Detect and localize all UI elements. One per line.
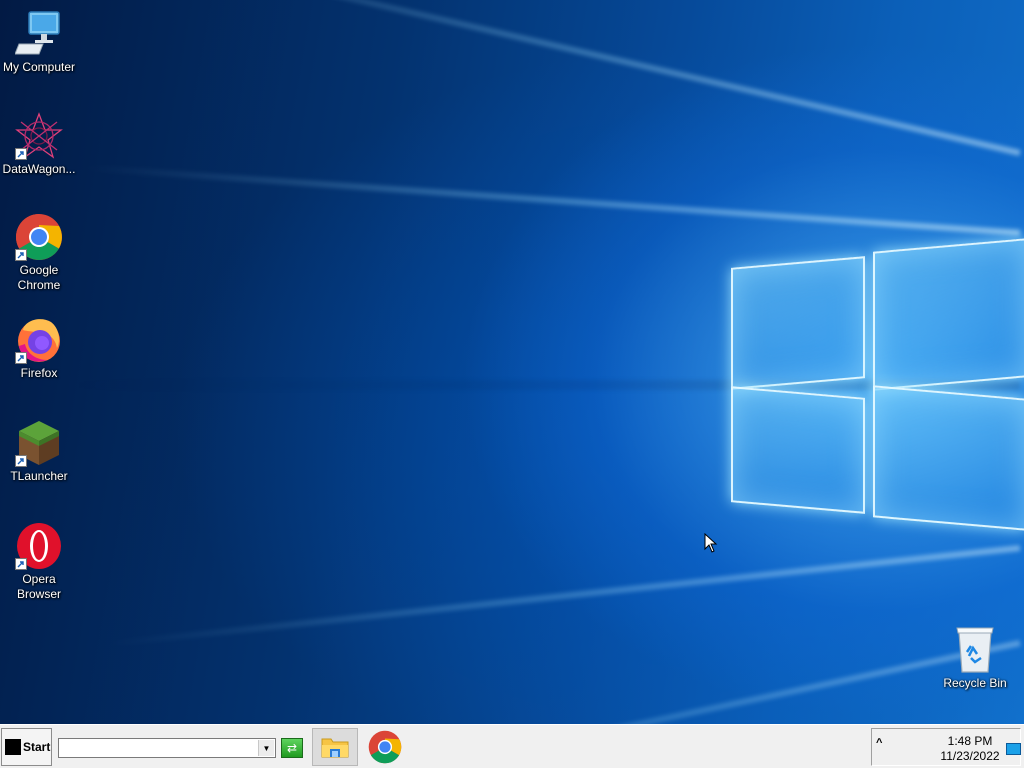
shortcut-arrow-icon xyxy=(15,249,27,261)
shortcut-arrow-icon xyxy=(15,148,27,160)
taskbar-file-explorer-button[interactable] xyxy=(312,728,358,766)
wallpaper-logo-pane xyxy=(873,385,1024,531)
desktop-icon-tlauncher[interactable]: TLauncher xyxy=(0,419,78,484)
wallpaper-beam xyxy=(104,545,1021,648)
show-desktop-icon[interactable] xyxy=(1006,743,1021,755)
refresh-arrows-icon: ⇄ xyxy=(286,741,298,755)
desktop-icon-label: My Computer xyxy=(2,60,76,74)
wallpaper-beam xyxy=(142,0,1021,156)
clock-date: 11/23/2022 xyxy=(940,749,1000,763)
desktop-icon-opera-browser[interactable]: Opera Browser xyxy=(0,522,78,602)
desktop-icon-label: Recycle Bin xyxy=(943,676,1007,690)
computer-icon xyxy=(14,10,63,58)
wallpaper-beam xyxy=(82,164,1021,236)
desktop-icon-label: Opera Browser xyxy=(16,572,61,601)
start-icon xyxy=(5,739,21,755)
desktop-icon-recycle-bin[interactable]: Recycle Bin xyxy=(936,626,1014,691)
desktop-icon-firefox[interactable]: Firefox xyxy=(0,316,78,381)
desktop-icon-datawagon[interactable]: DataWagon... xyxy=(0,112,78,177)
shortcut-arrow-icon xyxy=(15,352,27,364)
start-button[interactable]: Start xyxy=(1,728,52,766)
start-label: Start xyxy=(23,740,51,754)
desktop-icon-label: Google Chrome xyxy=(17,263,61,292)
wallpaper-beam xyxy=(315,640,1021,724)
chrome-icon xyxy=(368,730,402,764)
wallpaper-logo-pane xyxy=(731,256,865,390)
folder-icon xyxy=(321,738,349,758)
desktop-icon-label: TLauncher xyxy=(10,469,68,483)
tlauncher-icon xyxy=(15,419,63,467)
desktop-icon-google-chrome[interactable]: Google Chrome xyxy=(0,213,78,293)
wallpaper-logo-pane xyxy=(731,386,865,514)
desktop-icon-my-computer[interactable]: My Computer xyxy=(0,10,78,75)
shortcut-arrow-icon xyxy=(15,455,27,467)
taskbar: Start ▼ ⇄ ^ 1:48 PM 11/23/2022 xyxy=(0,724,1024,768)
desktop-icon-label: Firefox xyxy=(20,366,58,380)
chevron-down-icon[interactable]: ▼ xyxy=(258,740,274,756)
recycle-bin-icon xyxy=(951,626,999,674)
opera-icon xyxy=(15,522,63,570)
wallpaper-logo-pane xyxy=(873,238,1024,391)
go-button[interactable]: ⇄ xyxy=(281,738,303,758)
desktop[interactable]: My Computer DataWagon... Google Chrome F… xyxy=(0,0,1024,724)
clock-time: 1:48 PM xyxy=(947,734,993,748)
run-input[interactable] xyxy=(61,740,257,756)
mouse-cursor-icon xyxy=(704,532,718,558)
taskbar-chrome-button[interactable] xyxy=(362,728,408,766)
shortcut-arrow-icon xyxy=(15,558,27,570)
desktop-icon-label: DataWagon... xyxy=(2,162,76,176)
system-tray: ^ 1:48 PM 11/23/2022 xyxy=(871,728,1021,766)
run-combobox[interactable]: ▼ xyxy=(58,738,276,758)
firefox-icon xyxy=(15,316,63,364)
clock[interactable]: 1:48 PM 11/23/2022 xyxy=(934,734,1006,764)
datawagon-icon xyxy=(15,112,63,160)
chrome-icon xyxy=(15,213,63,261)
show-hidden-icons-chevron[interactable]: ^ xyxy=(876,737,882,749)
